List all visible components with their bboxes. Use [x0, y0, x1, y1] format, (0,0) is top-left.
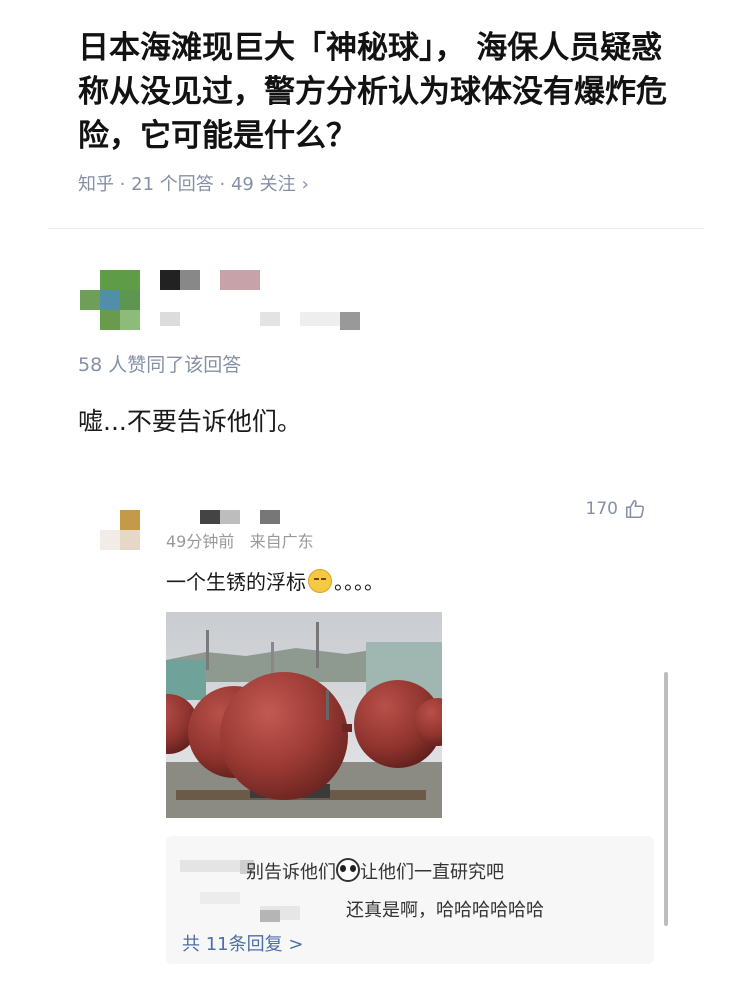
reply-1-text: 别告诉他们 [246, 862, 336, 883]
panda-emoji-icon [336, 858, 360, 882]
replier-2-name-obscured[interactable] [180, 892, 340, 922]
comment-photo[interactable] [166, 612, 442, 818]
chevron-right-icon: › [301, 174, 309, 195]
comment-like-button[interactable]: 170 [586, 498, 646, 520]
reply-2-text: 还真是啊，哈哈哈哈哈哈 [346, 900, 544, 921]
reply-2: 还真是啊，哈哈哈哈哈哈 [346, 896, 544, 922]
face-emoji-icon [308, 568, 332, 593]
answer-body: 嘘...不要告诉他们。 [78, 407, 302, 436]
comment-time-location: 49分钟前 来自广东 [166, 532, 314, 551]
reply-preview-box[interactable]: 别告诉他们 让他们一直研究吧 还真是啊，哈哈哈哈哈哈 共 11条回复 > [166, 836, 654, 964]
reply-1-text-tail: 让他们一直研究吧 [360, 862, 504, 883]
comment-text-main: 一个生锈的浮标 [166, 570, 306, 594]
thumbs-up-icon [625, 499, 645, 519]
question-title[interactable]: 日本海滩现巨大「神秘球」， 海保人员疑惑称从没见过，警方分析认为球体没有爆炸危险… [78, 26, 678, 158]
author-headline-obscured [160, 312, 360, 330]
view-all-replies-link[interactable]: 共 11条回复 > [182, 930, 303, 956]
author-avatar[interactable] [80, 270, 140, 330]
comment-text: 一个生锈的浮标 。。。。 [166, 566, 384, 595]
divider [48, 228, 704, 229]
question-meta[interactable]: 知乎 · 21 个回答 · 49 关注 › [78, 170, 309, 196]
like-count: 170 [585, 499, 618, 519]
commenter-avatar[interactable] [100, 510, 140, 550]
commenter-name-obscured[interactable] [180, 510, 280, 524]
replier-1-name-obscured[interactable] [180, 860, 254, 880]
question-meta-text: 知乎 · 21 个回答 · 49 关注 [78, 174, 296, 195]
author-name-obscured[interactable] [160, 270, 270, 292]
agree-count: 58 人赞同了该回答 [78, 354, 242, 376]
rusty-buoys-photo [166, 612, 442, 818]
scrollbar[interactable] [664, 672, 668, 926]
reply-1: 别告诉他们 让他们一直研究吧 [246, 858, 504, 884]
comment-text-tail: 。。。。 [334, 570, 384, 594]
